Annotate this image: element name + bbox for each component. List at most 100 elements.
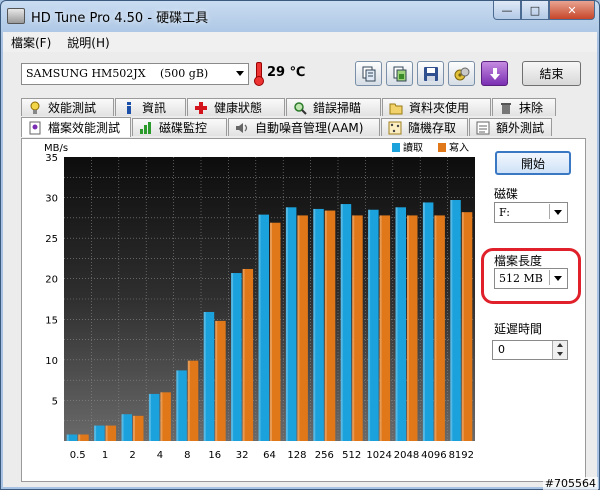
bar-highlight <box>187 360 190 441</box>
options-button[interactable] <box>448 61 475 86</box>
tab-health[interactable]: 健康狀態 <box>187 98 285 116</box>
minimize-button[interactable]: — <box>493 1 521 20</box>
trash-icon <box>501 102 511 114</box>
start-button[interactable]: 開始 <box>495 151 571 175</box>
tab-label: 檔案效能測試 <box>48 121 121 135</box>
bar-highlight <box>242 268 245 441</box>
disk-dropdown[interactable]: F: <box>494 202 568 223</box>
legend-label: 讀取 <box>403 141 423 154</box>
y-tick-label: 15 <box>45 315 58 326</box>
bar-highlight <box>368 209 371 441</box>
options-icon <box>454 67 469 80</box>
copy-info-icon <box>362 66 375 81</box>
x-tick-label: 16 <box>208 450 221 461</box>
bar-highlight <box>379 215 382 441</box>
tab-extra-tests[interactable]: 額外測試 <box>469 118 552 136</box>
bar-highlight <box>231 273 234 441</box>
bar-highlight <box>434 215 437 441</box>
tab-aam[interactable]: 自動噪音管理(AAM) <box>228 118 380 136</box>
x-tick-label: 32 <box>236 450 249 461</box>
bar-highlight <box>270 222 272 441</box>
bar-highlight <box>340 204 343 441</box>
x-tick-label: 1024 <box>366 450 391 461</box>
window-title: HD Tune Pro 4.50 - 硬碟工具 <box>31 11 209 26</box>
folder-icon <box>389 103 403 114</box>
tab-label: 磁碟監控 <box>159 121 208 135</box>
spin-down-icon[interactable] <box>552 350 567 359</box>
copy-info-button[interactable] <box>355 61 382 86</box>
disk-label: 磁碟 <box>494 187 519 201</box>
save-button[interactable] <box>417 61 444 86</box>
maximize-button[interactable]: □ <box>521 1 549 20</box>
copy-screenshot-icon <box>393 66 406 81</box>
tab-label: 錯誤掃瞄 <box>313 101 362 115</box>
tab-error-scan[interactable]: 錯誤掃瞄 <box>286 98 381 116</box>
disk-value: F: <box>499 206 510 219</box>
tab-disk-monitor[interactable]: 磁碟監控 <box>132 118 227 136</box>
tab-label: 效能測試 <box>48 101 97 115</box>
tab-row-bottom: 檔案效能測試 磁碟監控 自動噪音管理(AAM) 隨機存取 額外測試 <box>21 117 553 137</box>
file-benchmark-icon <box>29 121 41 134</box>
y-tick-label: 25 <box>45 234 58 245</box>
x-tick-label: 2048 <box>394 450 419 461</box>
bar-highlight <box>395 207 398 441</box>
bar-highlight <box>94 425 97 441</box>
chevron-down-icon <box>549 204 565 219</box>
tab-label: 資訊 <box>142 101 167 115</box>
bar-highlight <box>148 393 151 441</box>
tab-random-access[interactable]: 隨機存取 <box>381 118 468 136</box>
download-button[interactable] <box>481 61 508 86</box>
bar-highlight <box>352 215 355 441</box>
drive-dropdown[interactable]: SAMSUNG HM502JX (500 gB) <box>21 63 249 85</box>
menu-help[interactable]: 說明(H) <box>59 34 117 51</box>
temperature-readout: 29 ℃ <box>267 65 306 80</box>
file-length-dropdown[interactable]: 512 MB <box>494 268 568 289</box>
tab-info[interactable]: 資訊 <box>115 98 186 116</box>
image-watermark: #705564 <box>542 477 598 490</box>
lightbulb-icon <box>30 101 40 114</box>
bar-highlight <box>450 200 453 441</box>
benchmark-chart: 5 10 15 20 25 30 35MB/s 0.5 1 2 4 8 16 32 64 128 256 512 1… <box>44 141 475 461</box>
bar-highlight <box>105 425 108 441</box>
file-benchmark-panel: 5 10 15 20 25 30 35 MB/s 0.5 1 2 4 8 16 32 64 128 256 512 1… <box>21 138 586 482</box>
y-tick-label: 5 <box>52 396 58 407</box>
app-window: HD Tune Pro 4.50 - 硬碟工具 — □ ✕ 檔案(F) 說明(H… <box>0 0 600 490</box>
tab-label: 額外測試 <box>496 121 545 135</box>
bar-highlight <box>297 215 300 441</box>
tab-erase[interactable]: 抹除 <box>492 98 556 116</box>
download-icon <box>489 67 500 80</box>
close-button[interactable]: ✕ <box>549 1 595 20</box>
bar-highlight <box>258 214 261 441</box>
exit-button[interactable]: 結束 <box>522 61 581 86</box>
delay-value: 0 <box>498 343 505 356</box>
tab-folder-usage[interactable]: 資料夾使用 <box>382 98 491 116</box>
x-tick-label: 0.5 <box>70 450 86 461</box>
x-tick-label: 512 <box>342 450 361 461</box>
menu-bar: 檔案(F) 說明(H) <box>3 32 597 52</box>
x-tick-label: 1 <box>102 450 108 461</box>
y-tick-label: 20 <box>45 275 58 286</box>
save-icon <box>423 66 438 81</box>
bar-highlight <box>215 320 218 441</box>
health-cross-icon <box>195 101 207 114</box>
x-tick-label: 2 <box>129 450 135 461</box>
random-access-icon <box>388 121 402 134</box>
file-length-value: 512 MB <box>499 272 543 285</box>
x-tick-label: 8192 <box>449 450 474 461</box>
thermometer-icon <box>254 62 264 86</box>
tab-file-benchmark[interactable]: 檔案效能測試 <box>21 117 131 137</box>
y-tick-label: 10 <box>45 356 58 367</box>
tab-benchmark[interactable]: 效能測試 <box>21 98 114 116</box>
bar-highlight <box>203 311 206 441</box>
legend-label: 寫入 <box>449 141 469 154</box>
menu-file[interactable]: 檔案(F) <box>3 34 59 51</box>
bar-highlight <box>176 370 179 441</box>
title-bar: HD Tune Pro 4.50 - 硬碟工具 — □ ✕ <box>1 1 599 29</box>
copy-screenshot-button[interactable] <box>386 61 413 86</box>
delay-stepper[interactable]: 0 <box>492 340 568 360</box>
speaker-icon <box>236 122 248 133</box>
x-tick-label: 128 <box>287 450 306 461</box>
bar-highlight <box>461 212 464 441</box>
x-tick-label: 256 <box>315 450 334 461</box>
tab-label: 健康狀態 <box>214 101 263 115</box>
